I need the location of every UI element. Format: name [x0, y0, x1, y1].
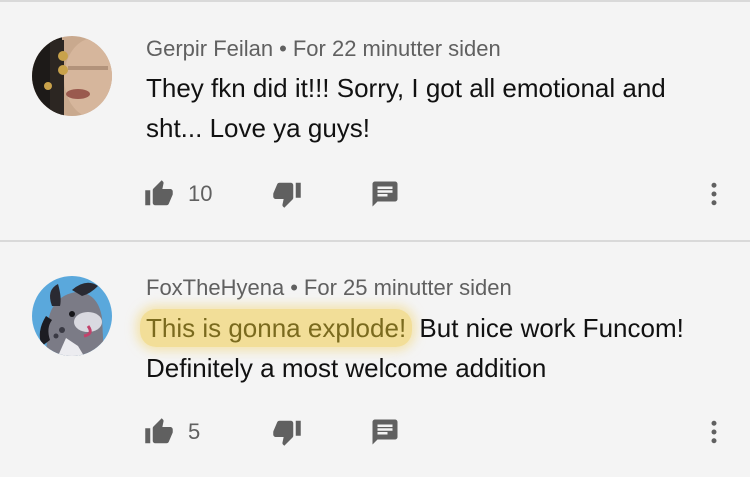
avatar[interactable] [32, 276, 112, 356]
comment: Gerpir Feilan • For 22 minutter siden They… [0, 2, 750, 240]
comment-time[interactable]: For 25 minutter siden [304, 275, 512, 300]
comment-text: They fkn did it!!! Sorry, I got all emot… [146, 68, 726, 148]
more-options-button[interactable] [705, 412, 723, 452]
comment-meta: FoxTheHyena • For 25 minutter siden [146, 275, 512, 301]
dislike-button[interactable] [272, 412, 302, 452]
more-vert-icon [711, 182, 717, 206]
thumb-down-icon [273, 420, 301, 446]
meta-separator: • [290, 275, 298, 300]
more-options-button[interactable] [705, 174, 723, 214]
thumb-up-icon [145, 418, 173, 444]
comment-text: This is gonna explode! But nice work Fun… [140, 308, 726, 388]
comment: FoxTheHyena • For 25 minutter siden This i… [0, 242, 750, 477]
author-name[interactable]: Gerpir Feilan [146, 36, 273, 61]
comment-actions: 5 [0, 412, 750, 452]
comment-actions: 10 [0, 174, 750, 214]
highlighted-text: This is gonna explode! [140, 309, 413, 347]
reply-icon [372, 181, 398, 207]
reply-button[interactable] [370, 174, 400, 214]
meta-separator: • [279, 36, 287, 61]
dislike-button[interactable] [272, 174, 302, 214]
avatar[interactable] [32, 36, 112, 116]
thumb-up-icon [145, 180, 173, 206]
comment-meta: Gerpir Feilan • For 22 minutter siden [146, 36, 501, 62]
like-count: 5 [188, 419, 201, 444]
like-button[interactable] [144, 174, 174, 214]
like-count: 10 [188, 181, 213, 206]
reply-button[interactable] [370, 412, 400, 452]
comment-time[interactable]: For 22 minutter siden [293, 36, 501, 61]
like-button[interactable] [144, 412, 174, 452]
thumb-down-icon [273, 182, 301, 208]
more-vert-icon [711, 420, 717, 444]
author-name[interactable]: FoxTheHyena [146, 275, 284, 300]
reply-icon [372, 419, 398, 445]
comment-text-body: They fkn did it!!! Sorry, I got all emot… [146, 73, 666, 143]
